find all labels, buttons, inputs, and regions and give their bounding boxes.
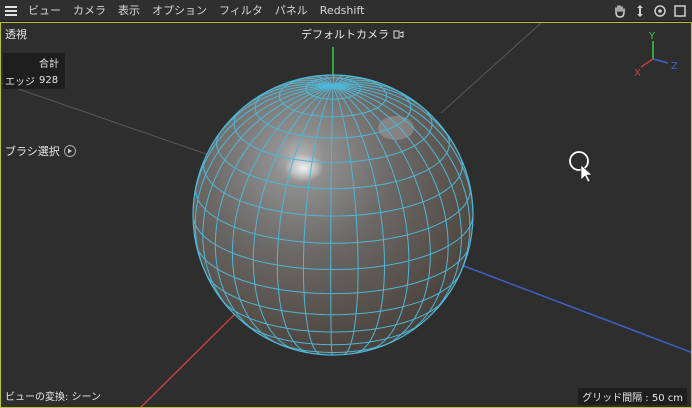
camera-label: デフォルトカメラ	[301, 28, 389, 41]
hamburger-menu-icon[interactable]	[0, 0, 22, 21]
mouse-cursor-icon	[569, 151, 593, 183]
gizmo-x-label: X	[634, 68, 641, 79]
move-view-icon[interactable]	[632, 3, 648, 19]
perspective-viewport[interactable]: Y X Z 透視 デフォルトカメラ 合計 エッジ 928 ブラシ選択 ビューの変…	[0, 22, 692, 408]
brush-selection-label: ブラシ選択	[5, 145, 60, 158]
view-transform-label: ビューの変換: シーン	[5, 392, 102, 403]
navigation-tools	[612, 0, 688, 21]
grid-line	[440, 23, 542, 114]
menu-view[interactable]: ビュー	[22, 0, 67, 21]
camera-cycle-icon	[393, 30, 404, 38]
pan-hand-icon[interactable]	[612, 3, 628, 19]
gizmo-z-label: Z	[671, 61, 678, 72]
scene-info-panel: 合計 エッジ 928	[3, 53, 65, 89]
play-circle-icon	[63, 145, 76, 157]
rotate-view-icon[interactable]	[652, 3, 668, 19]
x-axis-line	[139, 312, 237, 407]
sphere-highlight	[378, 116, 414, 140]
info-header-total: 合計	[39, 58, 59, 70]
menu-display[interactable]: 表示	[112, 0, 146, 21]
info-row-label: エッジ	[5, 76, 35, 88]
z-axis-line	[455, 262, 691, 354]
menu-panel[interactable]: パネル	[269, 0, 314, 21]
menu-camera[interactable]: カメラ	[67, 0, 112, 21]
scene-canvas: Y X Z	[1, 23, 691, 407]
brush-selection-toggle[interactable]: ブラシ選択	[5, 143, 76, 159]
menu-options[interactable]: オプション	[146, 0, 213, 21]
gizmo-y-label: Y	[648, 31, 656, 42]
menu-redshift[interactable]: Redshift	[314, 0, 371, 21]
maximize-view-icon[interactable]	[672, 3, 688, 19]
info-edge-count: 928	[39, 74, 59, 86]
viewport-menubar: ビュー カメラ 表示 オプション フィルタ パネル Redshift	[0, 0, 692, 22]
camera-selector[interactable]: デフォルトカメラ	[301, 26, 404, 42]
axis-gizmo: Y X Z	[634, 31, 678, 79]
projection-label[interactable]: 透視	[5, 26, 27, 42]
grid-spacing-label: グリッド間隔 : 50 cm	[578, 388, 687, 405]
menu-filter[interactable]: フィルタ	[213, 0, 269, 21]
cinema4d-viewport-window: ビュー カメラ 表示 オプション フィルタ パネル Redshift Y X Z…	[0, 0, 692, 408]
